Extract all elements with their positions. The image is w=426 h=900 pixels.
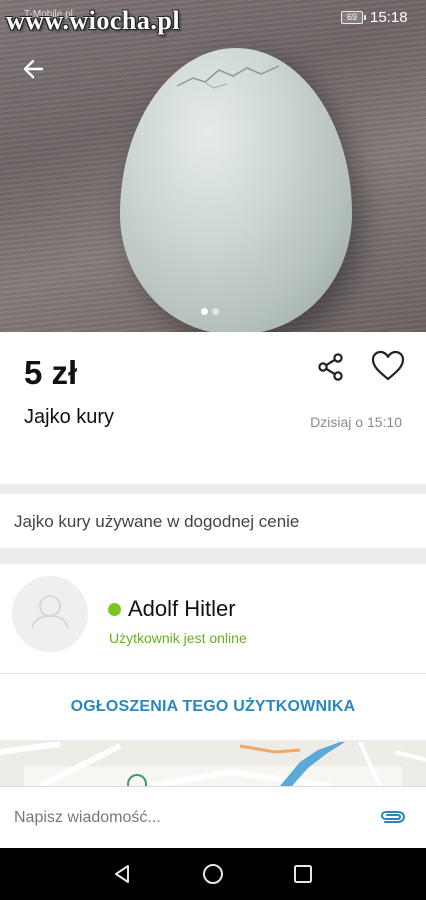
paperclip-icon (380, 811, 406, 823)
listing-date: Dzisiaj o 15:10 (310, 414, 402, 430)
seller-name-row: Adolf Hitler (108, 596, 236, 622)
share-icon (318, 353, 343, 381)
arrow-left-icon (23, 59, 44, 79)
triangle-back-icon (115, 865, 129, 883)
heart-icon (371, 350, 405, 381)
watermark-text: www.wiocha.pl (6, 6, 181, 35)
listing-description: Jajko kury używane w dogodnej cenie (14, 512, 300, 531)
listing-price: 5 zł (24, 354, 78, 391)
gallery-pagination (201, 308, 219, 315)
map-tiles (0, 742, 426, 786)
nav-recent-button[interactable] (291, 862, 315, 886)
message-input[interactable] (14, 806, 354, 830)
share-button[interactable] (314, 350, 348, 384)
location-map[interactable] (0, 742, 426, 786)
status-time: 15:18 (370, 9, 408, 26)
seller-online-status: Użytkownik jest online (109, 630, 247, 646)
circle-home-icon (203, 864, 223, 884)
seller-ads-link[interactable]: OGŁOSZENIA TEGO UŻYTKOWNIKA (0, 674, 426, 740)
seller-name[interactable]: Adolf Hitler (128, 596, 236, 622)
listing-header-card: 5 zł Jajko kury Dzisiaj o 15:10 (0, 332, 426, 484)
favorite-button[interactable] (368, 346, 408, 386)
listing-title: Jajko kury (24, 406, 115, 428)
online-status-dot (108, 602, 121, 616)
gallery-dot-active[interactable] (201, 308, 208, 315)
gallery-dot[interactable] (212, 308, 219, 315)
description-card: Jajko kury używane w dogodnej cenie (0, 494, 426, 548)
square-recent-icon (294, 865, 312, 883)
nav-home-button[interactable] (201, 862, 225, 886)
seller-avatar[interactable] (12, 576, 88, 652)
battery-icon: 69 (341, 11, 366, 24)
user-placeholder-icon (31, 595, 69, 629)
seller-card: Adolf Hitler Użytkownik jest online OGŁO… (0, 564, 426, 740)
back-button[interactable] (14, 52, 54, 86)
message-bar (0, 786, 426, 848)
listing-photo[interactable]: T-Mobile.pl www.wiocha.pl 69 15:18 (0, 0, 426, 332)
system-nav-bar (0, 848, 426, 900)
egg-crack-mark (176, 65, 280, 89)
status-bar: T-Mobile.pl www.wiocha.pl 69 15:18 (0, 0, 426, 36)
nav-back-button[interactable] (110, 862, 134, 886)
attach-button[interactable] (378, 805, 408, 831)
